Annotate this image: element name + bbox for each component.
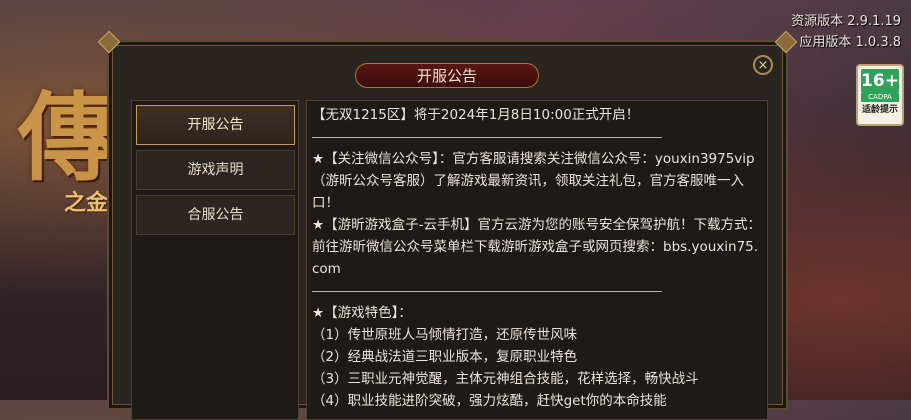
age-rating-number: 16+ xyxy=(861,69,899,93)
announcement-line: （1）传世原班人马倾情打造，还原传世风味 xyxy=(312,327,578,343)
tab-server-open-notice[interactable]: 开服公告 xyxy=(136,105,295,145)
announcement-line: （4）职业技能进阶突破，强力炫酷，赶快get你的本命技能 xyxy=(312,393,667,409)
announcement-line: （3）三职业元神觉醒，主体元神组合技能，花样选择，畅快战斗 xyxy=(312,371,699,387)
divider xyxy=(312,291,662,292)
age-rating-org: CADPA xyxy=(861,93,899,102)
resource-version: 资源版本 2.9.1.19 xyxy=(791,14,901,29)
close-button[interactable]: × xyxy=(753,55,773,75)
game-logo-subtitle: 之金 xyxy=(64,190,109,216)
tab-server-merge-notice[interactable]: 合服公告 xyxy=(136,195,295,235)
app-version: 应用版本 1.0.3.8 xyxy=(799,35,901,50)
announcement-line: 【无双1215区】将于2024年1月8日10:00正式开启！ xyxy=(312,107,640,123)
announcement-line: ★【关注微信公众号】：官方客服请搜索关注微信公众号：youxin3975vip（… xyxy=(312,151,755,211)
dialog-title: 开服公告 xyxy=(355,63,539,88)
corner-ornament-icon xyxy=(97,30,121,54)
divider xyxy=(312,137,662,138)
age-rating-tip: 适龄提示 xyxy=(861,105,898,115)
tab-game-statement[interactable]: 游戏声明 xyxy=(136,150,295,190)
announcement-line: （2）经典战法道三职业版本，复原职业特色 xyxy=(312,349,578,365)
announcement-content[interactable]: 【无双1215区】将于2024年1月8日10:00正式开启！ ★【关注微信公众号… xyxy=(306,100,768,420)
corner-ornament-icon xyxy=(774,30,798,54)
age-rating-badge: 16+ CADPA 适龄提示 xyxy=(856,64,904,126)
announcement-dialog: 开服公告 × 开服公告 游戏声明 合服公告 【无双1215区】将于2024年1月… xyxy=(97,30,798,420)
announcement-tabs: 开服公告 游戏声明 合服公告 xyxy=(131,100,299,420)
announcement-line: ★【游戏特色】： xyxy=(312,305,412,321)
announcement-line: ★【游昕游戏盒子-云手机】官方云游为您的账号安全保驾护航！下载方式：前往游昕微信… xyxy=(312,217,761,277)
